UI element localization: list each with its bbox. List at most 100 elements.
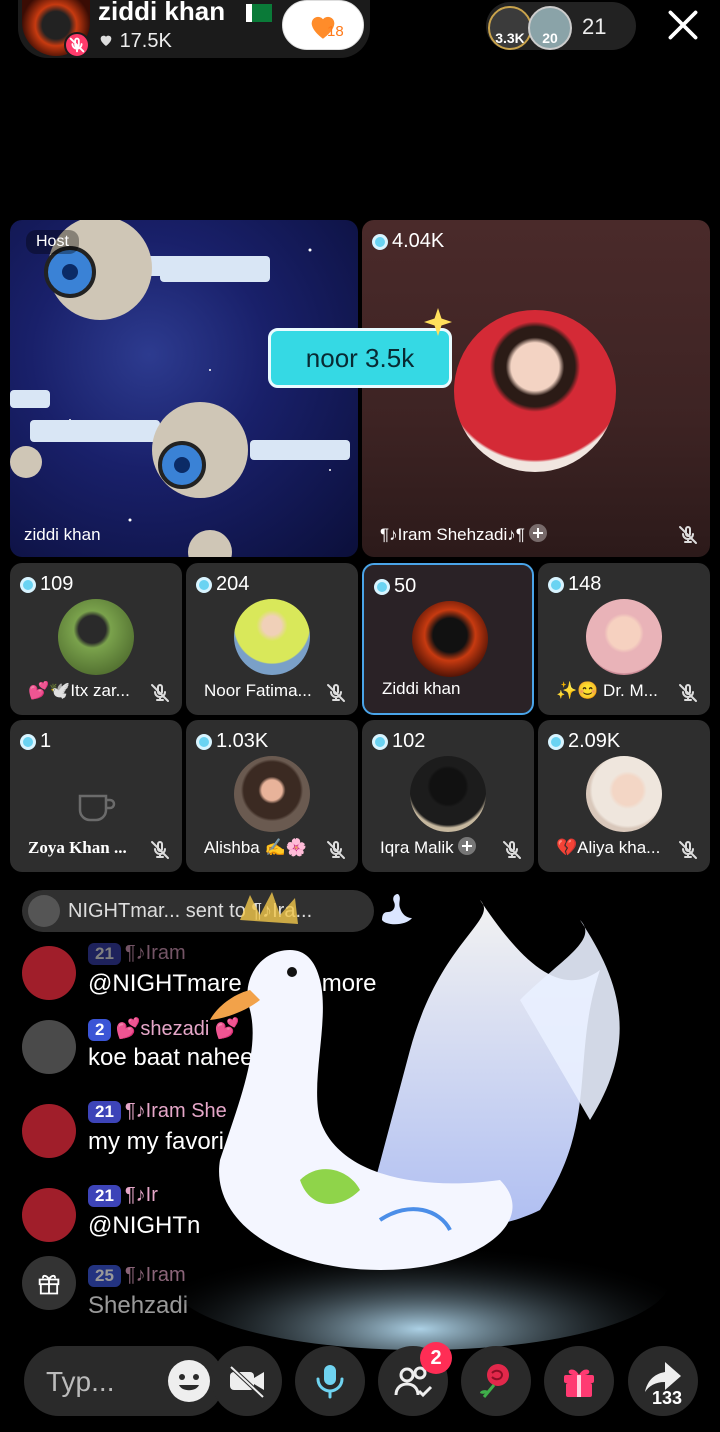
chat-name[interactable]: 💕shezadi 💕 <box>115 1018 239 1040</box>
chat-name[interactable]: ¶♪Iram <box>125 942 186 964</box>
viewer-avatar[interactable]: 3.3K <box>488 6 532 50</box>
chat-text: koe baat nahee <box>88 1044 254 1071</box>
gem-icon <box>372 733 388 750</box>
gem-icon <box>548 733 564 750</box>
viewer-total: 21 <box>582 14 607 39</box>
gem-icon <box>548 576 564 593</box>
mic-off-icon <box>64 32 90 58</box>
plus-icon[interactable] <box>528 524 547 542</box>
camera-off-icon <box>229 1365 265 1399</box>
follow-count: 18 <box>327 23 344 40</box>
mic-muted-icon <box>327 840 345 859</box>
guest-name: 💕🕊️Itx zar... <box>28 681 130 700</box>
follow-button[interactable]: 18 <box>282 0 364 50</box>
gem-count-value: 109 <box>40 573 74 595</box>
gem-icon <box>196 576 212 593</box>
gem-icon <box>20 576 36 593</box>
close-icon[interactable] <box>662 4 704 46</box>
guests-button[interactable]: 2 <box>378 1342 452 1416</box>
viewer-avatar[interactable]: 20 <box>528 6 572 50</box>
gem-count-value: 204 <box>216 573 250 595</box>
guest-name: Zoya Khan ... <box>28 838 127 857</box>
gem-icon <box>196 733 212 750</box>
guest-tile[interactable]: 1 Zoya Khan ... <box>10 720 182 872</box>
message-input-placeholder: Typ... <box>46 1366 115 1397</box>
plus-icon[interactable] <box>457 837 476 855</box>
emoji-icon[interactable] <box>166 1358 212 1404</box>
gem-icon <box>372 233 388 250</box>
host-name: ziddi khan <box>98 0 226 26</box>
rose-gift-button[interactable] <box>461 1346 531 1416</box>
level-badge: 21 <box>88 943 121 965</box>
chat-name[interactable]: ¶♪Ir <box>125 1184 158 1206</box>
level-badge: 21 <box>88 1185 121 1207</box>
guest-tile-name: ¶♪Iram Shehzadi♪¶ <box>380 524 547 545</box>
cup-icon <box>78 794 116 822</box>
rose-icon <box>480 1364 509 1398</box>
chat-avatar[interactable] <box>22 1020 76 1074</box>
guest-tile-selected[interactable]: 50 Ziddi khan <box>362 563 534 715</box>
chat-avatar[interactable] <box>22 1104 76 1158</box>
guest-avatar[interactable] <box>454 310 616 472</box>
guest-tile-main[interactable]: 4.04K ¶♪Iram Shehzadi♪¶ <box>362 220 710 557</box>
gem-count-value: 1.03K <box>216 730 269 752</box>
level-badge: 21 <box>88 1101 121 1123</box>
camera-off-button[interactable] <box>212 1346 282 1416</box>
mic-muted-icon <box>679 683 697 702</box>
chat-name[interactable]: ¶♪Iram <box>125 1264 186 1286</box>
noor-badge: noor 3.5k <box>268 328 452 388</box>
gem-count-value: 148 <box>568 573 602 595</box>
guest-name: Ziddi khan <box>382 679 461 698</box>
guest-name: Alishba ✍️🌸 <box>204 838 307 857</box>
chat-name[interactable]: ¶♪Iram She <box>125 1100 227 1122</box>
viewer-count: 3.3K <box>495 30 525 46</box>
guest-avatar[interactable] <box>412 601 488 677</box>
share-button[interactable]: 133 <box>628 1346 698 1416</box>
guest-tile[interactable]: 102 Iqra Malik <box>362 720 534 872</box>
gift-box-icon <box>38 1274 60 1295</box>
message-input[interactable]: Typ... <box>24 1346 224 1416</box>
swan-gift-animation <box>180 892 670 1350</box>
chat-avatar[interactable] <box>22 1188 76 1242</box>
guest-avatar[interactable] <box>234 599 310 675</box>
gift-icon <box>564 1369 594 1397</box>
host-video-tile[interactable]: Host ziddi khan <box>10 220 358 557</box>
gem-count-value: 4.04K <box>392 230 445 252</box>
chat-avatar[interactable] <box>22 946 76 1000</box>
guest-tile[interactable]: 109 💕🕊️Itx zar... <box>10 563 182 715</box>
host-tile-name: ziddi khan <box>24 525 101 544</box>
space-background-illustration <box>10 220 350 557</box>
chat-text: @NIGHTmare ... one more <box>88 970 377 997</box>
viewer-list[interactable]: 3.3K 20 21 <box>486 2 636 50</box>
gem-count-value: 1 <box>40 730 52 752</box>
gift-box-button[interactable] <box>22 1256 76 1310</box>
guest-avatar[interactable] <box>234 756 310 832</box>
guest-avatar[interactable] <box>586 756 662 832</box>
guests-badge: 2 <box>420 1342 452 1374</box>
likes-count: 17.5K <box>119 30 172 52</box>
gem-count: 4.04K <box>372 230 444 253</box>
guest-tile[interactable]: 1.03K Alishba ✍️🌸 <box>186 720 358 872</box>
gift-button[interactable] <box>544 1346 614 1416</box>
level-badge: 2 <box>88 1019 112 1041</box>
mic-muted-icon <box>151 840 169 859</box>
host-likes: 17.5K <box>98 30 172 53</box>
guest-name: ✨😊 Dr. M... <box>556 681 658 700</box>
chat-text: my my favori <box>88 1128 225 1155</box>
guest-tile[interactable]: 2.09K 💔Aliya kha... <box>538 720 710 872</box>
notify-text: NIGHTmar... sent to ¶♪Ira... <box>68 900 313 922</box>
guest-name: Iqra Malik <box>380 837 476 858</box>
microphone-button[interactable] <box>295 1346 365 1416</box>
gem-count-value: 102 <box>392 730 426 752</box>
sparkle-icon <box>424 308 452 336</box>
guest-tile[interactable]: 148 ✨😊 Dr. M... <box>538 563 710 715</box>
mic-muted-icon <box>679 840 697 859</box>
guest-tile[interactable]: 204 Noor Fatima... <box>186 563 358 715</box>
share-count: 133 <box>652 1388 683 1408</box>
guest-avatar[interactable] <box>410 756 486 832</box>
mic-muted-icon <box>679 525 697 544</box>
guest-name: 💔Aliya kha... <box>556 838 661 857</box>
notify-avatar <box>28 895 60 927</box>
guest-avatar[interactable] <box>586 599 662 675</box>
guest-avatar[interactable] <box>58 599 134 675</box>
